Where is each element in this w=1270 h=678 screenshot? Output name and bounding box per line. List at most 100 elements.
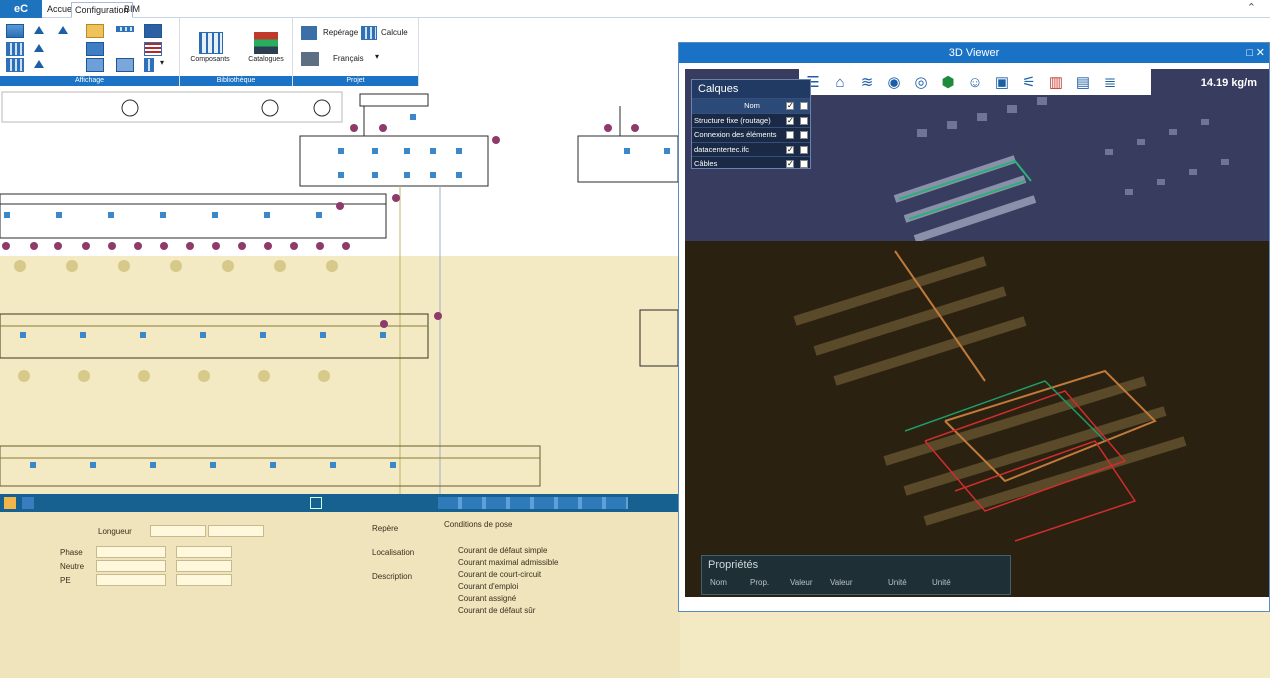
details-icon[interactable]: ≣ bbox=[1098, 71, 1122, 93]
save-icon[interactable] bbox=[22, 497, 34, 509]
phase-input[interactable] bbox=[96, 546, 166, 558]
layer-row: Structure fixe (routage) bbox=[692, 112, 810, 128]
ghost-icon[interactable]: ☺ bbox=[963, 71, 987, 93]
diagram-icon[interactable] bbox=[34, 26, 44, 34]
3d-scene-lower[interactable] bbox=[685, 241, 1269, 597]
current-row: Courant assigné bbox=[458, 594, 517, 603]
layout-icon[interactable] bbox=[6, 24, 24, 38]
maximize-icon[interactable]: □ bbox=[1246, 43, 1253, 63]
eye-hide-icon[interactable]: ◎ bbox=[909, 71, 933, 93]
layers-panel: Calques Nom Structure fixe (routage) Con… bbox=[691, 79, 811, 171]
viewer-toolbar: ☰ ⌂ ≋ ◉ ◎ ⬢ ☺ ▣ ⚟ ▥ ▤ ≣ bbox=[799, 69, 1151, 95]
layer-visible-checkbox[interactable] bbox=[786, 131, 794, 139]
properties-pane: Longueur Phase Neutre PE Repère Localisa… bbox=[0, 512, 680, 678]
settings-sliders-icon[interactable]: ⚟ bbox=[1017, 71, 1041, 93]
link-icon[interactable] bbox=[86, 58, 104, 72]
calcule-button[interactable]: Calcule bbox=[381, 28, 408, 37]
conditions-label: Conditions de pose bbox=[444, 520, 513, 529]
layers-icon[interactable]: ≋ bbox=[855, 71, 879, 93]
layer-visible-checkbox[interactable] bbox=[786, 157, 794, 171]
network-icon[interactable] bbox=[86, 42, 104, 56]
group-bibliotheque: Composants Catalogues Bibliothèque bbox=[180, 18, 293, 86]
chevron-down-icon[interactable]: ▾ bbox=[160, 58, 164, 67]
group-label-bibliotheque: Bibliothèque bbox=[180, 76, 292, 86]
folder-icon[interactable] bbox=[4, 497, 16, 509]
monitor-icon[interactable] bbox=[116, 58, 134, 72]
phase-current-input[interactable] bbox=[176, 546, 232, 558]
current-row: Courant de défaut sûr bbox=[458, 606, 536, 615]
close-icon[interactable]: ✕ bbox=[1256, 43, 1265, 63]
chart-icon[interactable]: ▥ bbox=[1044, 71, 1068, 93]
layer-select-checkbox[interactable] bbox=[800, 116, 808, 125]
layer-visible-checkbox[interactable] bbox=[786, 143, 794, 157]
weight-readout: 14.19 kg/m bbox=[1200, 77, 1257, 89]
neutre-current-input[interactable] bbox=[176, 560, 232, 572]
diagram-icon[interactable] bbox=[58, 26, 68, 34]
language-select[interactable]: Français bbox=[333, 54, 364, 63]
reperage-button[interactable]: Repérage bbox=[323, 28, 358, 37]
tag-icon[interactable] bbox=[301, 26, 317, 40]
column-header: Prop. bbox=[750, 578, 770, 587]
pe-current-input[interactable] bbox=[176, 574, 232, 586]
grid-icon[interactable] bbox=[6, 58, 24, 72]
arrow-icon[interactable] bbox=[34, 60, 44, 68]
current-row: Courant d'emploi bbox=[458, 582, 519, 591]
column-name: Nom bbox=[744, 101, 760, 110]
components-icon[interactable] bbox=[199, 32, 223, 54]
column-header: Nom bbox=[710, 578, 727, 587]
layer-select-checkbox[interactable] bbox=[800, 160, 808, 168]
books-icon[interactable] bbox=[254, 32, 278, 54]
longueur-input[interactable] bbox=[150, 525, 206, 537]
list-icon[interactable] bbox=[144, 42, 162, 56]
properties-title: Propriétés bbox=[708, 559, 759, 571]
layer-name: Câbles bbox=[694, 159, 718, 168]
table-icon[interactable] bbox=[144, 24, 162, 38]
tab-bim[interactable]: BIM bbox=[121, 2, 143, 18]
longueur-unit-input[interactable] bbox=[208, 525, 264, 537]
layer-row: Câbles bbox=[692, 156, 810, 171]
collapse-ribbon-icon[interactable]: ⌃ bbox=[1247, 1, 1256, 14]
arrow-icon[interactable] bbox=[34, 44, 44, 52]
eye-icon[interactable]: ◉ bbox=[882, 71, 906, 93]
home-icon[interactable]: ⌂ bbox=[828, 71, 852, 93]
cube-icon[interactable]: ⬢ bbox=[936, 71, 960, 93]
group-label-projet: Projet bbox=[293, 76, 418, 86]
chevron-down-icon[interactable]: ▾ bbox=[375, 52, 379, 61]
properties-panel: Propriétés Nom Prop. Valeur Valeur Unité… bbox=[701, 555, 1011, 595]
screenshot-icon[interactable]: ▤ bbox=[1071, 71, 1095, 93]
visible-all-checkbox[interactable] bbox=[786, 99, 794, 113]
bounding-box-icon[interactable]: ▣ bbox=[990, 71, 1014, 93]
current-row: Courant de défaut simple bbox=[458, 546, 548, 555]
column-header: Valeur bbox=[830, 578, 853, 587]
folder-icon[interactable] bbox=[86, 24, 104, 38]
3d-model-view bbox=[793, 250, 1187, 542]
layer-select-checkbox[interactable] bbox=[800, 145, 808, 154]
select-all-checkbox[interactable] bbox=[800, 102, 808, 110]
printer-icon[interactable] bbox=[301, 52, 319, 66]
toolbar-buttons[interactable] bbox=[438, 497, 628, 509]
neutre-input[interactable] bbox=[96, 560, 166, 572]
edit-icon[interactable] bbox=[310, 497, 322, 509]
pe-input[interactable] bbox=[96, 574, 166, 586]
localisation-label: Localisation bbox=[372, 548, 415, 557]
catalogues-button[interactable]: Catalogues bbox=[244, 56, 288, 63]
pe-label: PE bbox=[60, 576, 71, 585]
column-header: Unité bbox=[932, 578, 951, 587]
app-window: eC Accueil Configuration BIM ⌃ ▾ Afficha… bbox=[0, 0, 1270, 678]
3d-viewer-title: 3D Viewer bbox=[679, 43, 1269, 63]
phase-label: Phase bbox=[60, 548, 83, 557]
ribbon: ▾ Affichage Composants Catalogues Biblio… bbox=[0, 18, 420, 86]
cable-icon[interactable] bbox=[116, 26, 134, 32]
layer-select-checkbox[interactable] bbox=[800, 131, 808, 139]
ribbon-tab-bar: eC Accueil Configuration BIM ⌃ bbox=[0, 0, 1270, 18]
repere-label: Repère bbox=[372, 524, 399, 533]
grid-icon[interactable] bbox=[6, 42, 24, 56]
layer-name: datacentertec.ifc bbox=[694, 144, 750, 154]
layer-visible-checkbox[interactable] bbox=[786, 114, 794, 128]
app-logo[interactable]: eC bbox=[0, 0, 42, 18]
calculator-icon[interactable] bbox=[361, 26, 377, 40]
list-icon[interactable] bbox=[144, 58, 154, 72]
composants-button[interactable]: Composants bbox=[188, 56, 232, 63]
group-projet: Repérage Calcule Français ▾ Projet bbox=[293, 18, 419, 86]
bottom-toolbar bbox=[0, 494, 680, 512]
